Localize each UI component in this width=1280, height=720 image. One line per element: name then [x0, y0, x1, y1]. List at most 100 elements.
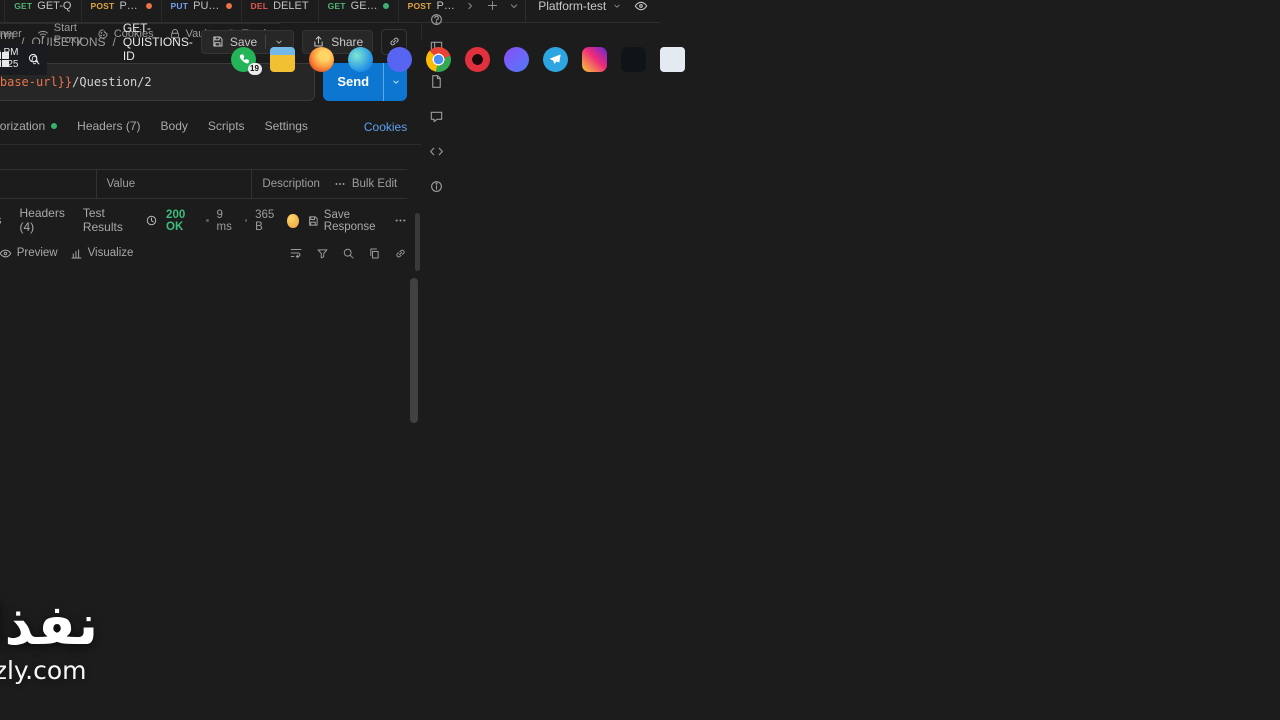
breadcrumb-request[interactable]: GET-QUISTIONS-ID: [123, 21, 193, 63]
more-actions-icon[interactable]: [394, 214, 407, 227]
plane-icon: [549, 53, 562, 66]
watermark: نفذلي nafezly.com: [0, 596, 98, 686]
unsaved-dot: [225, 2, 232, 9]
taskbar-app-telegram[interactable]: [542, 46, 568, 72]
preview-button[interactable]: Preview: [0, 247, 58, 260]
url-variable: {{base-url}}: [0, 74, 73, 89]
tab-label: POS: [436, 0, 458, 12]
system-tray: A/C 2:39 PM 10/13/2025: [0, 47, 41, 71]
doc-icon[interactable]: [429, 74, 444, 89]
response-size[interactable]: 365 B: [255, 209, 279, 233]
response-tab-headers[interactable]: Headers (4): [10, 205, 73, 237]
method-label: DEL: [250, 0, 269, 11]
tab-label: Test Results: [82, 205, 123, 234]
visualize-button[interactable]: Visualize: [70, 247, 133, 260]
bulk-edit-button[interactable]: Bulk Edit: [334, 178, 397, 190]
status-badge[interactable]: 200 OK: [166, 209, 198, 233]
cookies-link[interactable]: Cookies: [364, 120, 407, 134]
notifications-icon[interactable]: [28, 53, 41, 66]
more-icon: [334, 178, 346, 190]
section-label: Query Params: [0, 145, 421, 169]
column-description[interactable]: Description Bulk Edit: [251, 169, 407, 198]
tab-options-icon[interactable]: [503, 0, 525, 22]
request-tab-authorization[interactable]: Authorization: [0, 111, 67, 144]
taskbar-app-opera[interactable]: [464, 46, 490, 72]
taskbar-app-whatsapp[interactable]: 19: [230, 46, 262, 75]
search-response-icon[interactable]: [342, 247, 355, 260]
taskbar-app-instagram[interactable]: [581, 46, 607, 72]
request-config-tabs: ParamsAuthorizationHeaders (7)BodyScript…: [0, 111, 422, 145]
request-tab-headers[interactable]: Headers (7): [67, 111, 150, 144]
method-label: GET: [327, 0, 346, 11]
method-label: POST: [407, 0, 432, 11]
request-tab[interactable]: GET GET-Q: [319, 0, 399, 22]
tab-label: Headers (7): [77, 119, 141, 133]
unsaved-dot: [382, 2, 389, 9]
modified-dot: [51, 123, 58, 129]
unsaved-dot: [145, 2, 152, 9]
notification-badge: 19: [247, 62, 262, 75]
performance-emoji-icon[interactable]: [287, 213, 299, 228]
taskbar-app-file-explorer[interactable]: [269, 46, 295, 72]
url-input[interactable]: {{base-url}}/Question/2: [0, 75, 152, 89]
info-icon[interactable]: [429, 179, 444, 194]
column-value[interactable]: Value: [95, 169, 252, 198]
tab-label: POS: [119, 0, 141, 12]
tab-label: Authorization: [0, 119, 46, 133]
code-icon[interactable]: [429, 144, 444, 159]
save-icon: [211, 35, 224, 48]
taskbar-app-messenger[interactable]: [503, 46, 529, 72]
comment-icon[interactable]: [429, 109, 444, 124]
request-tab[interactable]: PUT PUT-Q: [162, 0, 242, 22]
params-table-header: Key Value Description Bulk Edit: [0, 168, 408, 199]
method-label: PUT: [170, 0, 189, 11]
taskbar-clock[interactable]: 2:39 PM 10/13/2025: [0, 47, 19, 71]
request-tab-settings[interactable]: Settings: [255, 111, 318, 144]
taskbar-app-chrome[interactable]: [425, 46, 451, 72]
taskbar-app-firefox[interactable]: [308, 46, 334, 72]
response-tab-cookies[interactable]: Cookies: [0, 205, 10, 237]
phone-icon: [237, 53, 250, 66]
save-response-button[interactable]: Save Response: [307, 209, 386, 233]
environment-quick-look-icon[interactable]: [634, 0, 648, 13]
response-time[interactable]: 9 ms: [217, 209, 237, 233]
request-tab[interactable]: POST POS: [82, 0, 162, 22]
wrap-text-icon[interactable]: [289, 246, 303, 260]
request-tab[interactable]: DEL DELET: [242, 0, 319, 22]
workspace-tab-row: My Workspace New Import thPOSTRegiPOSTLo…: [0, 0, 661, 23]
environment-selector[interactable]: Platform-test: [525, 0, 660, 22]
response-toolbar: {} JSON Preview Visualize: [0, 237, 421, 270]
chevron-down-icon[interactable]: [274, 37, 284, 47]
taskbar-app-discord[interactable]: [386, 46, 412, 72]
environment-name: Platform-test: [538, 0, 607, 13]
column-key[interactable]: Key: [0, 170, 96, 198]
chart-icon: [70, 247, 83, 260]
tabs-scroll-right-icon[interactable]: [459, 0, 481, 22]
tab-label: Cookies: [0, 213, 1, 227]
eye-icon: [0, 247, 12, 260]
tab-label: Headers (4): [19, 205, 65, 234]
response-tab-test-results[interactable]: Test Results: [74, 205, 136, 237]
filter-icon[interactable]: [316, 247, 329, 260]
request-tab-body[interactable]: Body: [151, 111, 198, 144]
new-tab-button[interactable]: [481, 0, 503, 22]
request-tab[interactable]: GET GET-Q: [5, 0, 82, 22]
copy-icon[interactable]: [368, 247, 381, 260]
response-history-icon[interactable]: [140, 210, 162, 232]
link-icon[interactable]: [394, 247, 407, 260]
tab-label: Settings: [264, 119, 308, 133]
tab-label: Body: [160, 119, 188, 133]
tab-label: GET-Q: [37, 0, 72, 12]
request-tab-scripts[interactable]: Scripts: [198, 111, 255, 144]
taskbar-app-notepad[interactable]: [659, 46, 685, 72]
save-icon: [307, 215, 319, 227]
clock-time: 2:39 PM: [0, 47, 19, 58]
help-icon[interactable]: [429, 12, 444, 27]
scrollbar-thumb[interactable]: [410, 277, 419, 423]
windows-taskbar: 19 A/C 2:39 PM 10/13/2025: [0, 43, 685, 75]
tab-label: Scripts: [207, 119, 245, 133]
response-header: BodyCookiesHeaders (4)Test Results 200 O…: [0, 205, 421, 237]
taskbar-app-edge[interactable]: [347, 46, 373, 72]
taskbar-app-x[interactable]: [620, 46, 646, 72]
main-scrollbar-thumb[interactable]: [415, 212, 421, 271]
